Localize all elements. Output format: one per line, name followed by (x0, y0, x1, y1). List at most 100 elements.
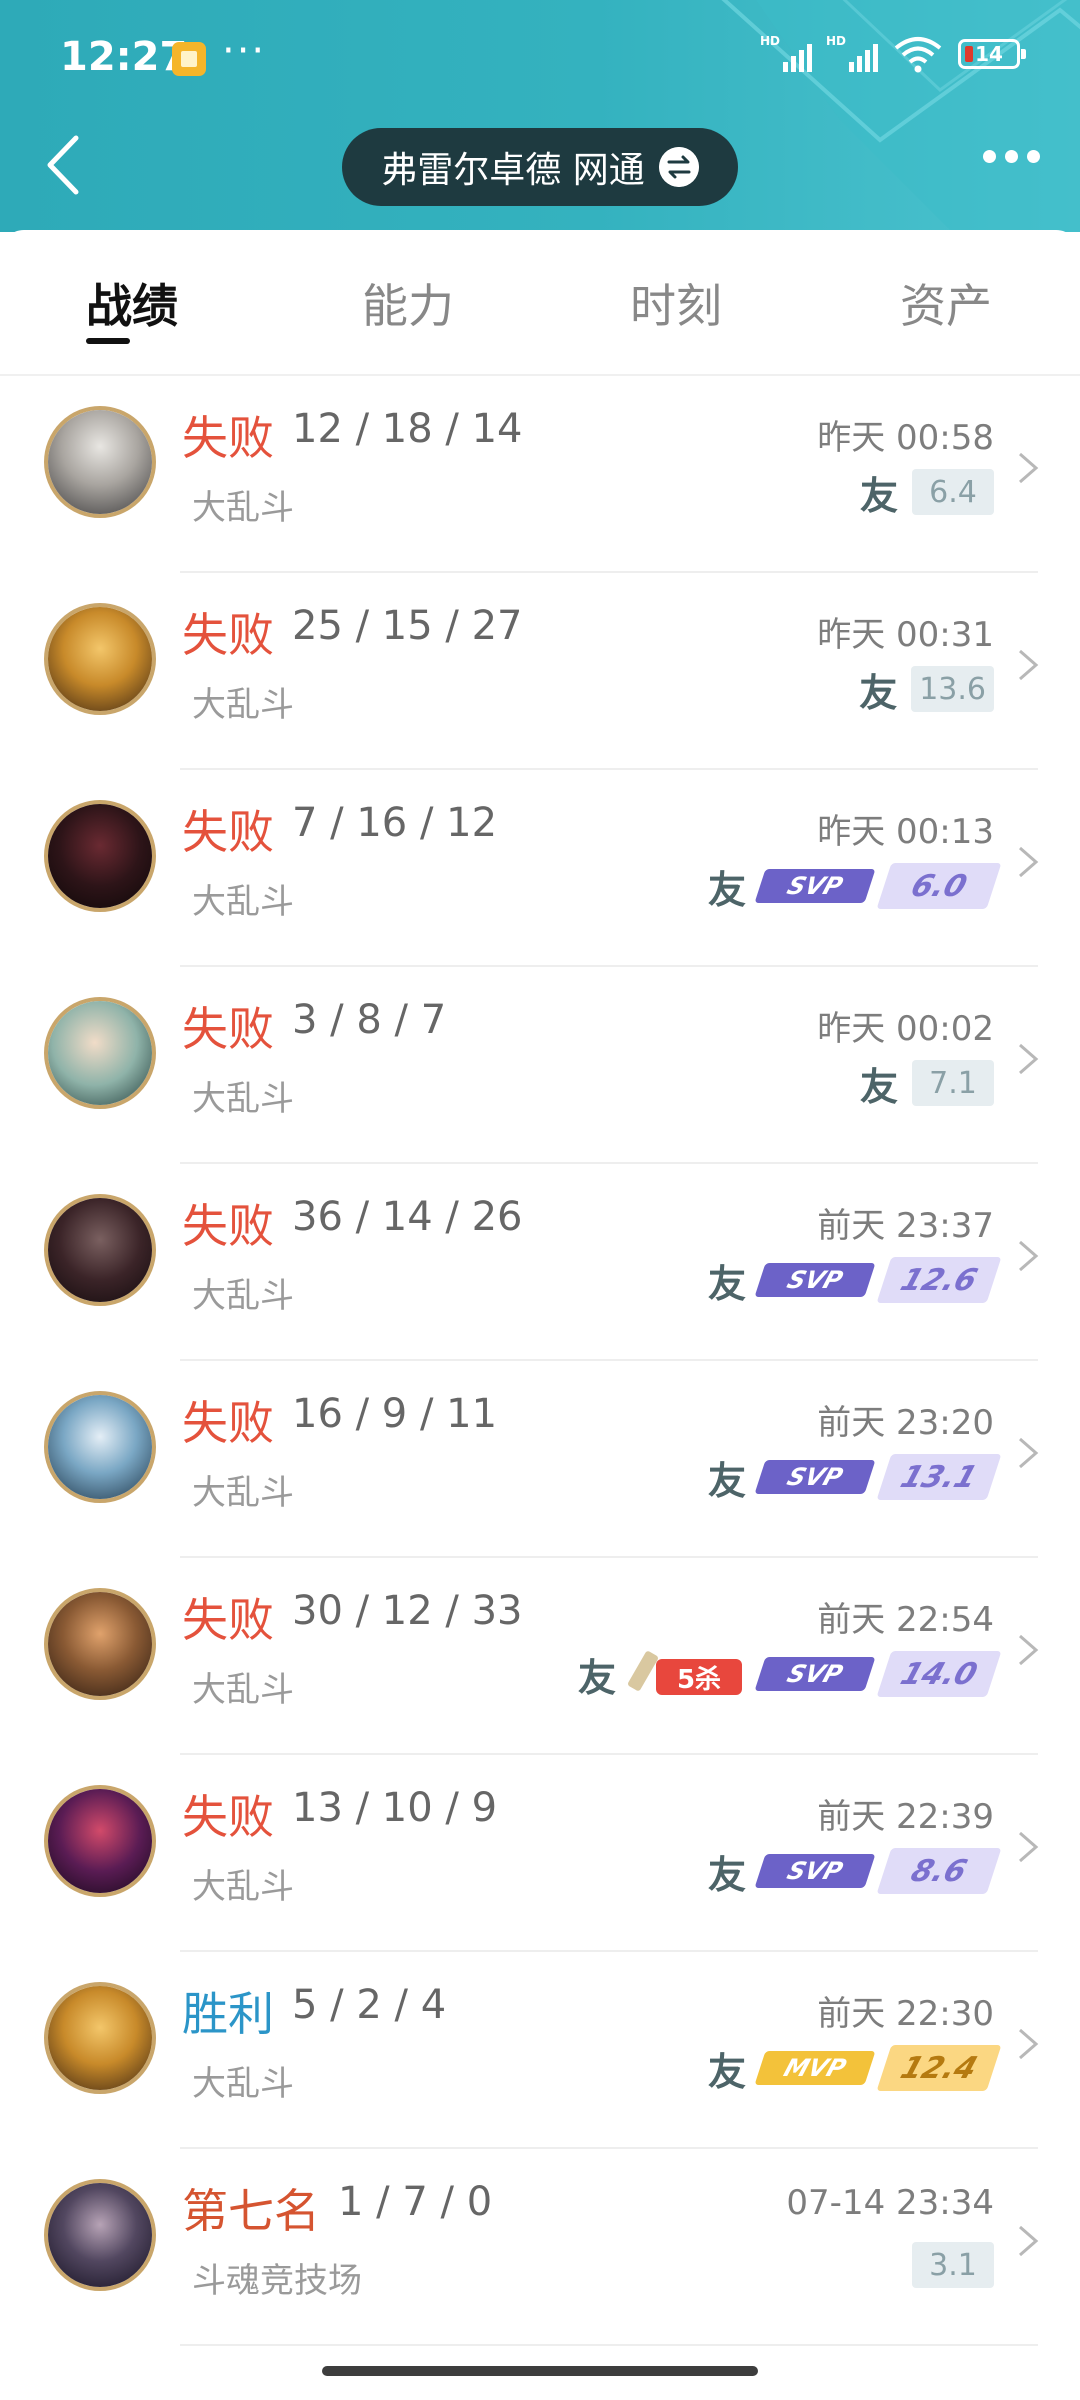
wifi-icon (894, 37, 942, 73)
match-badges: 友 SVP 6.0 (708, 862, 1002, 912)
match-result: 失败 (182, 1593, 274, 1647)
match-mode: 大乱斗 (192, 1079, 294, 1119)
match-kda: 13 / 10 / 9 (292, 1785, 498, 1831)
signal-icon: HD (826, 34, 878, 74)
more-dots-icon[interactable] (983, 150, 1040, 163)
match-mode: 大乱斗 (192, 2064, 294, 2104)
match-result: 失败 (182, 608, 274, 662)
chevron-right-icon (1019, 1634, 1039, 1666)
status-more-dots: ··· (222, 28, 267, 74)
signal-icon: HD (760, 34, 812, 74)
tab-record[interactable]: 战绩 (86, 270, 178, 336)
match-row[interactable]: 失败 25 / 15 / 27 大乱斗 昨天 00:31 友 13.6 (0, 573, 1080, 770)
battery-icon: 14 (958, 39, 1026, 69)
header-bar: 12:27 ··· HD HD 14 弗雷尔卓德 网通 (0, 0, 1080, 232)
match-badges: 友 7.1 (860, 1059, 994, 1109)
match-time: 前天 22:30 (817, 1994, 994, 2034)
home-indicator[interactable] (322, 2366, 758, 2376)
match-time: 昨天 00:31 (817, 615, 994, 655)
match-result: 失败 (182, 805, 274, 859)
match-row[interactable]: 失败 36 / 14 / 26 大乱斗 前天 23:37 友 SVP 12.6 (0, 1164, 1080, 1361)
friend-icon: 友 (859, 473, 898, 518)
tab-bar: 战绩 能力 时刻 资产 (0, 230, 1080, 376)
champion-avatar (44, 603, 156, 715)
match-score: 13.6 (911, 666, 994, 712)
friend-icon: 友 (577, 1655, 616, 1700)
friend-icon: 友 (707, 1261, 746, 1306)
signal-hd-label: HD (826, 34, 847, 48)
match-mode: 大乱斗 (192, 488, 294, 528)
match-mode: 大乱斗 (192, 1473, 294, 1513)
match-kda: 3 / 8 / 7 (292, 997, 447, 1043)
match-row[interactable]: 失败 12 / 18 / 14 大乱斗 昨天 00:58 友 6.4 (0, 376, 1080, 573)
match-time: 07-14 23:34 (786, 2183, 994, 2223)
server-name: 弗雷尔卓德 网通 (381, 150, 645, 191)
match-row[interactable]: 失败 30 / 12 / 33 大乱斗 前天 22:54 友 5杀 SVP 14… (0, 1558, 1080, 1755)
match-row[interactable]: 失败 16 / 9 / 11 大乱斗 前天 23:20 友 SVP 13.1 (0, 1361, 1080, 1558)
match-mode: 大乱斗 (192, 685, 294, 725)
active-tab-indicator (86, 338, 130, 344)
match-row[interactable]: 失败 13 / 10 / 9 大乱斗 前天 22:39 友 SVP 8.6 (0, 1755, 1080, 1952)
match-score: 3.1 (912, 2242, 994, 2288)
svp-badge-icon: SVP (754, 1854, 876, 1888)
match-result: 失败 (182, 1002, 274, 1056)
chevron-right-icon (1019, 846, 1039, 878)
notification-app-icon (172, 42, 206, 76)
champion-avatar (44, 1785, 156, 1897)
match-list: 失败 12 / 18 / 14 大乱斗 昨天 00:58 友 6.4 失败 25… (0, 376, 1080, 2346)
match-result: 胜利 (182, 1987, 274, 2041)
friend-icon: 友 (707, 867, 746, 912)
match-time: 昨天 00:02 (817, 1009, 994, 1049)
svp-badge-icon: SVP (754, 1263, 876, 1297)
champion-avatar (44, 1588, 156, 1700)
match-row[interactable]: 胜利 5 / 2 / 4 大乱斗 前天 22:30 友 MVP 12.4 (0, 1952, 1080, 2149)
match-result: 失败 (182, 1396, 274, 1450)
match-result: 第七名 (182, 2184, 320, 2238)
match-kda: 12 / 18 / 14 (292, 406, 523, 452)
match-time: 前天 23:20 (817, 1403, 994, 1443)
server-selector[interactable]: 弗雷尔卓德 网通 (342, 128, 738, 206)
match-row[interactable]: 第七名 1 / 7 / 0 斗魂竞技场 07-14 23:34 3.1 (0, 2149, 1080, 2346)
match-row[interactable]: 失败 3 / 8 / 7 大乱斗 昨天 00:02 友 7.1 (0, 967, 1080, 1164)
match-score: 7.1 (912, 1060, 994, 1106)
match-score: 13.1 (876, 1454, 1002, 1500)
match-badges: 3.1 (912, 2241, 994, 2289)
signal-hd-label: HD (760, 34, 781, 48)
match-kda: 7 / 16 / 12 (292, 800, 498, 846)
match-time: 前天 23:37 (817, 1206, 994, 1246)
match-row[interactable]: 失败 7 / 16 / 12 大乱斗 昨天 00:13 友 SVP 6.0 (0, 770, 1080, 967)
match-result: 失败 (182, 411, 274, 465)
match-badges: 友 SVP 13.1 (708, 1453, 1002, 1503)
match-kda: 5 / 2 / 4 (292, 1982, 447, 2028)
svp-badge-icon: SVP (754, 869, 876, 903)
chevron-right-icon (1019, 1240, 1039, 1272)
champion-avatar (44, 1391, 156, 1503)
match-result: 失败 (182, 1790, 274, 1844)
status-icons: HD HD 14 (760, 34, 1026, 74)
champion-avatar (44, 1194, 156, 1306)
champion-avatar (44, 997, 156, 1109)
chevron-right-icon (1019, 649, 1039, 681)
match-badges: 友 SVP 12.6 (708, 1256, 1002, 1306)
match-score: 6.0 (876, 863, 1002, 909)
match-kda: 25 / 15 / 27 (292, 603, 523, 649)
chevron-right-icon (1019, 1437, 1039, 1469)
match-score: 12.4 (876, 2045, 1002, 2091)
friend-icon: 友 (859, 670, 898, 715)
match-score: 12.6 (876, 1257, 1002, 1303)
swap-icon (658, 147, 699, 187)
back-arrow-icon[interactable] (40, 130, 90, 200)
tab-ability[interactable]: 能力 (362, 270, 454, 336)
champion-avatar (44, 800, 156, 912)
chevron-right-icon (1019, 2028, 1039, 2060)
tab-moments[interactable]: 时刻 (630, 270, 722, 336)
match-badges: 友 5杀 SVP 14.0 (578, 1650, 1002, 1700)
match-badges: 友 13.6 (859, 665, 994, 715)
friend-icon: 友 (707, 1458, 746, 1503)
tab-assets[interactable]: 资产 (900, 270, 992, 336)
match-score: 6.4 (912, 469, 994, 515)
friend-icon: 友 (859, 1064, 898, 1109)
chevron-right-icon (1019, 1043, 1039, 1075)
champion-avatar (44, 406, 156, 518)
match-score: 8.6 (876, 1848, 1002, 1894)
